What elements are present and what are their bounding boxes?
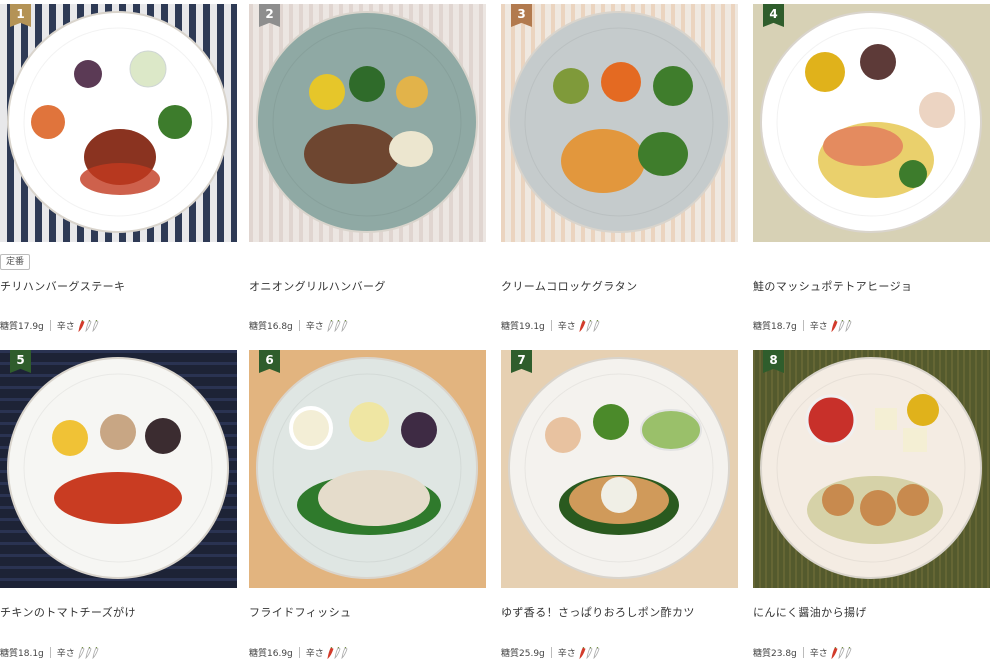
chili-pepper-empty-icon — [586, 646, 593, 659]
chili-pepper-filled-icon — [78, 319, 85, 332]
divider — [298, 320, 300, 331]
divider — [550, 320, 552, 331]
product-meta: 糖質16.9g 辛さ — [249, 646, 348, 659]
product-name[interactable]: チキンのトマトチーズがけ — [0, 604, 136, 620]
chili-pepper-empty-icon — [593, 319, 600, 332]
chili-pepper-empty-icon — [845, 319, 852, 332]
product-meta: 糖質16.8g 辛さ — [249, 319, 348, 332]
chili-pepper-empty-icon — [327, 319, 334, 332]
spice-label: 辛さ — [56, 322, 75, 332]
food-photo — [0, 350, 237, 588]
spice-level-icons — [78, 646, 99, 659]
spice-label: 辛さ — [305, 649, 324, 659]
spice-level-icons — [579, 319, 600, 332]
standard-tag: 定番 — [0, 254, 31, 270]
chili-pepper-empty-icon — [334, 319, 341, 332]
chili-pepper-filled-icon — [327, 646, 334, 659]
product-card[interactable]: 3 クリームコロッケグラタン 糖質19.1g 辛さ — [501, 4, 738, 332]
product-image[interactable] — [249, 350, 486, 588]
chili-pepper-empty-icon — [838, 319, 845, 332]
product-name[interactable]: クリームコロッケグラタン — [501, 278, 637, 294]
product-meta: 糖質19.1g 辛さ — [501, 319, 600, 332]
food-photo — [501, 350, 738, 588]
product-card[interactable]: 4 鮭のマッシュポテトアヒージョ 糖質18.7g 辛さ — [753, 4, 990, 332]
chili-pepper-empty-icon — [341, 319, 348, 332]
product-name[interactable]: チリハンバーグステーキ — [0, 278, 125, 294]
chili-pepper-empty-icon — [78, 646, 85, 659]
divider — [298, 647, 300, 658]
food-photo — [249, 350, 486, 588]
product-card[interactable]: 8 にんにく醤油から揚げ 糖質23.8g 辛さ — [753, 350, 990, 659]
food-photo — [753, 4, 990, 242]
chili-pepper-empty-icon — [85, 319, 92, 332]
chili-pepper-empty-icon — [593, 646, 600, 659]
spice-label: 辛さ — [305, 322, 324, 332]
chili-pepper-empty-icon — [85, 646, 92, 659]
product-meta: 糖質18.1g 辛さ — [0, 646, 99, 659]
product-image[interactable] — [501, 4, 738, 242]
chili-pepper-empty-icon — [341, 646, 348, 659]
chili-pepper-empty-icon — [334, 646, 341, 659]
divider — [550, 647, 552, 658]
spice-level-icons — [579, 646, 600, 659]
product-image[interactable] — [753, 350, 990, 588]
food-photo — [249, 4, 486, 242]
product-meta: 糖質23.8g 辛さ — [753, 646, 852, 659]
spice-level-icons — [327, 646, 348, 659]
food-photo — [501, 4, 738, 242]
divider — [49, 320, 51, 331]
product-image[interactable] — [249, 4, 486, 242]
spice-label: 辛さ — [557, 322, 576, 332]
product-image[interactable] — [0, 4, 237, 242]
carb-value: 糖質19.1g — [501, 322, 545, 332]
carb-value: 糖質18.1g — [0, 649, 44, 659]
product-name[interactable]: ゆず香る！さっぱりおろしポン酢カツ — [501, 604, 695, 620]
product-meta: 糖質18.7g 辛さ — [753, 319, 852, 332]
product-image[interactable] — [753, 4, 990, 242]
chili-pepper-empty-icon — [92, 319, 99, 332]
chili-pepper-filled-icon — [831, 646, 838, 659]
chili-pepper-filled-icon — [579, 646, 586, 659]
chili-pepper-empty-icon — [586, 319, 593, 332]
product-card[interactable]: 1 定番 チリハンバーグステーキ 糖質17.9g 辛さ — [0, 4, 237, 332]
spice-label: 辛さ — [56, 649, 75, 659]
spice-level-icons — [327, 319, 348, 332]
product-meta: 糖質25.9g 辛さ — [501, 646, 600, 659]
carb-value: 糖質25.9g — [501, 649, 545, 659]
product-name[interactable]: 鮭のマッシュポテトアヒージョ — [753, 278, 912, 294]
spice-label: 辛さ — [557, 649, 576, 659]
divider — [802, 647, 804, 658]
carb-value: 糖質16.9g — [249, 649, 293, 659]
chili-pepper-empty-icon — [92, 646, 99, 659]
product-card[interactable]: 7 ゆず香る！さっぱりおろしポン酢カツ 糖質25.9g 辛さ — [501, 350, 738, 659]
food-photo — [753, 350, 990, 588]
product-card[interactable]: 6 フライドフィッシュ 糖質16.9g 辛さ — [249, 350, 486, 659]
product-name[interactable]: にんにく醤油から揚げ — [753, 604, 867, 620]
spice-level-icons — [78, 319, 99, 332]
chili-pepper-empty-icon — [838, 646, 845, 659]
spice-level-icons — [831, 319, 852, 332]
carb-value: 糖質23.8g — [753, 649, 797, 659]
product-card[interactable]: 5 チキンのトマトチーズがけ 糖質18.1g 辛さ — [0, 350, 237, 659]
product-meta: 糖質17.9g 辛さ — [0, 319, 99, 332]
divider — [49, 647, 51, 658]
product-image[interactable] — [501, 350, 738, 588]
product-card[interactable]: 2 オニオングリルハンバーグ 糖質16.8g 辛さ — [249, 4, 486, 332]
chili-pepper-empty-icon — [845, 646, 852, 659]
divider — [802, 320, 804, 331]
product-name[interactable]: オニオングリルハンバーグ — [249, 278, 386, 294]
chili-pepper-filled-icon — [579, 319, 586, 332]
product-image[interactable] — [0, 350, 237, 588]
spice-level-icons — [831, 646, 852, 659]
food-photo — [0, 4, 237, 242]
carb-value: 糖質17.9g — [0, 322, 44, 332]
product-name[interactable]: フライドフィッシュ — [249, 604, 351, 620]
spice-label: 辛さ — [809, 649, 828, 659]
carb-value: 糖質18.7g — [753, 322, 797, 332]
carb-value: 糖質16.8g — [249, 322, 293, 332]
chili-pepper-filled-icon — [831, 319, 838, 332]
spice-label: 辛さ — [809, 322, 828, 332]
